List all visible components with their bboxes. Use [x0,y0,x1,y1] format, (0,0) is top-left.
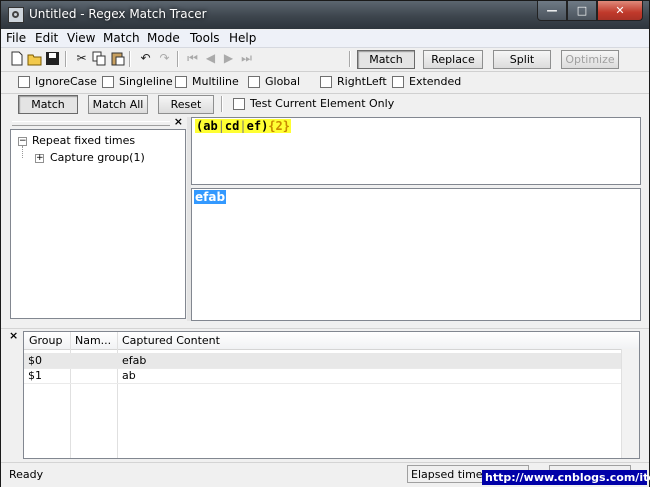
close-button[interactable]: ✕ [597,1,643,21]
test-text-match: efab [194,190,227,204]
paste-icon[interactable] [110,51,125,66]
cut-icon[interactable]: ✂ [74,51,89,66]
previous-icon[interactable]: ◀ [203,51,218,66]
column-divider [70,332,71,458]
app-window: Untitled - Regex Match Tracer — □ ✕ File… [0,0,650,487]
toolbar-separator [221,96,223,112]
toolbar-separator [65,51,67,67]
open-folder-icon[interactable] [27,51,42,66]
multiline-checkbox[interactable] [175,76,187,88]
match-all-button[interactable]: Match All [88,95,148,114]
expand-icon[interactable]: + [35,154,44,163]
rightleft-label: RightLeft [337,75,387,88]
regex-alt-2: cd [224,119,240,133]
column-header-group[interactable]: Group [29,334,63,347]
ignorecase-checkbox[interactable] [18,76,30,88]
regex-pattern: (ab|cd|ef){2} [195,119,291,133]
global-label: Global [265,75,301,88]
menu-tools[interactable]: Tools [190,31,220,45]
menu-mode[interactable]: Mode [147,31,180,45]
watermark: http://www.cnblogs.com/itech [482,470,650,485]
cell-captured-content: efab [122,354,147,367]
menu-edit[interactable]: Edit [35,31,58,45]
new-file-icon[interactable] [9,51,24,66]
singleline-label: Singleline [119,75,173,88]
results-panel: × Group Nam... Captured Content $0 efab … [9,328,641,461]
regex-pipe: | [217,119,225,133]
mode-split-button[interactable]: Split [493,50,551,69]
undo-icon[interactable]: ↶ [138,51,153,66]
menu-bar: File Edit View Match Mode Tools Help [1,30,649,48]
menu-view[interactable]: View [67,31,95,45]
menu-match[interactable]: Match [103,31,140,45]
tree-node-capture-group[interactable]: Capture group(1) [50,151,145,164]
maximize-button[interactable]: □ [567,1,597,21]
redo-icon[interactable]: ↷ [157,51,172,66]
test-current-element-label: Test Current Element Only [250,97,395,110]
regex-pipe: | [239,119,247,133]
extended-label: Extended [409,75,462,88]
toolbar-separator [177,51,179,67]
test-current-element-checkbox[interactable] [233,98,245,110]
title-bar[interactable]: Untitled - Regex Match Tracer — □ ✕ [1,1,649,29]
column-header-captured-content[interactable]: Captured Content [122,334,220,347]
regex-tree[interactable]: − Repeat fixed times + Capture group(1) [10,129,186,319]
column-divider [117,332,118,458]
app-icon [8,7,24,23]
regex-input[interactable]: (ab|cd|ef){2} [191,117,641,185]
ignorecase-label: IgnoreCase [35,75,97,88]
column-header-name[interactable]: Nam... [75,334,111,347]
singleline-checkbox[interactable] [102,76,114,88]
last-icon[interactable]: ⏭ [239,51,254,66]
regex-alt-1: ab [203,119,218,133]
cell-group: $0 [28,354,42,367]
test-text-input[interactable]: efab [191,188,641,321]
cell-captured-content: ab [122,369,136,382]
action-row: Match Match All Reset Test Current Eleme… [1,93,649,115]
next-icon[interactable]: ▶ [221,51,236,66]
status-ready: Ready [9,468,44,481]
match-button[interactable]: Match [18,95,78,114]
reset-button[interactable]: Reset [158,95,214,114]
main-toolbar: ✂ ↶ ↷ ⏮ ◀ ▶ ⏭ Match Replace Split Optimi… [1,48,649,70]
multiline-label: Multiline [192,75,239,88]
tree-node-repeat-fixed-times[interactable]: Repeat fixed times [32,134,135,147]
menu-help[interactable]: Help [229,31,256,45]
tree-line [22,146,24,158]
tree-panel-close-icon[interactable]: × [174,115,183,128]
results-panel-close-icon[interactable]: × [9,329,18,342]
table-row[interactable]: $0 efab [24,353,639,369]
options-row: IgnoreCase Singleline Multiline Global R… [1,71,649,94]
tree-panel-header: × [10,115,186,128]
regex-quantifier: {2} [268,119,290,133]
collapse-icon[interactable]: − [18,137,27,146]
global-checkbox[interactable] [248,76,260,88]
menu-file[interactable]: File [6,31,26,45]
rightleft-checkbox[interactable] [320,76,332,88]
first-icon[interactable]: ⏮ [185,51,200,66]
cell-group: $1 [28,369,42,382]
mode-replace-button[interactable]: Replace [423,50,483,69]
window-title: Untitled - Regex Match Tracer [29,7,207,21]
caption-buttons: — □ ✕ [537,1,643,21]
toolbar-separator [349,51,351,67]
results-scrollbar[interactable] [621,349,639,458]
toolbar-separator [129,51,131,67]
table-row[interactable]: $1 ab [24,368,639,384]
regex-tree-panel: × − Repeat fixed times + Capture group(1… [10,115,186,319]
results-table[interactable]: Group Nam... Captured Content $0 efab $1… [23,331,640,459]
regex-alt-3: ef [246,119,262,133]
copy-icon[interactable] [92,51,107,66]
minimize-button[interactable]: — [537,1,567,21]
save-icon[interactable] [45,51,60,66]
extended-checkbox[interactable] [392,76,404,88]
mode-optimize-button[interactable]: Optimize [561,50,619,69]
mode-match-button[interactable]: Match [357,50,415,69]
panel-grip[interactable] [12,121,170,126]
